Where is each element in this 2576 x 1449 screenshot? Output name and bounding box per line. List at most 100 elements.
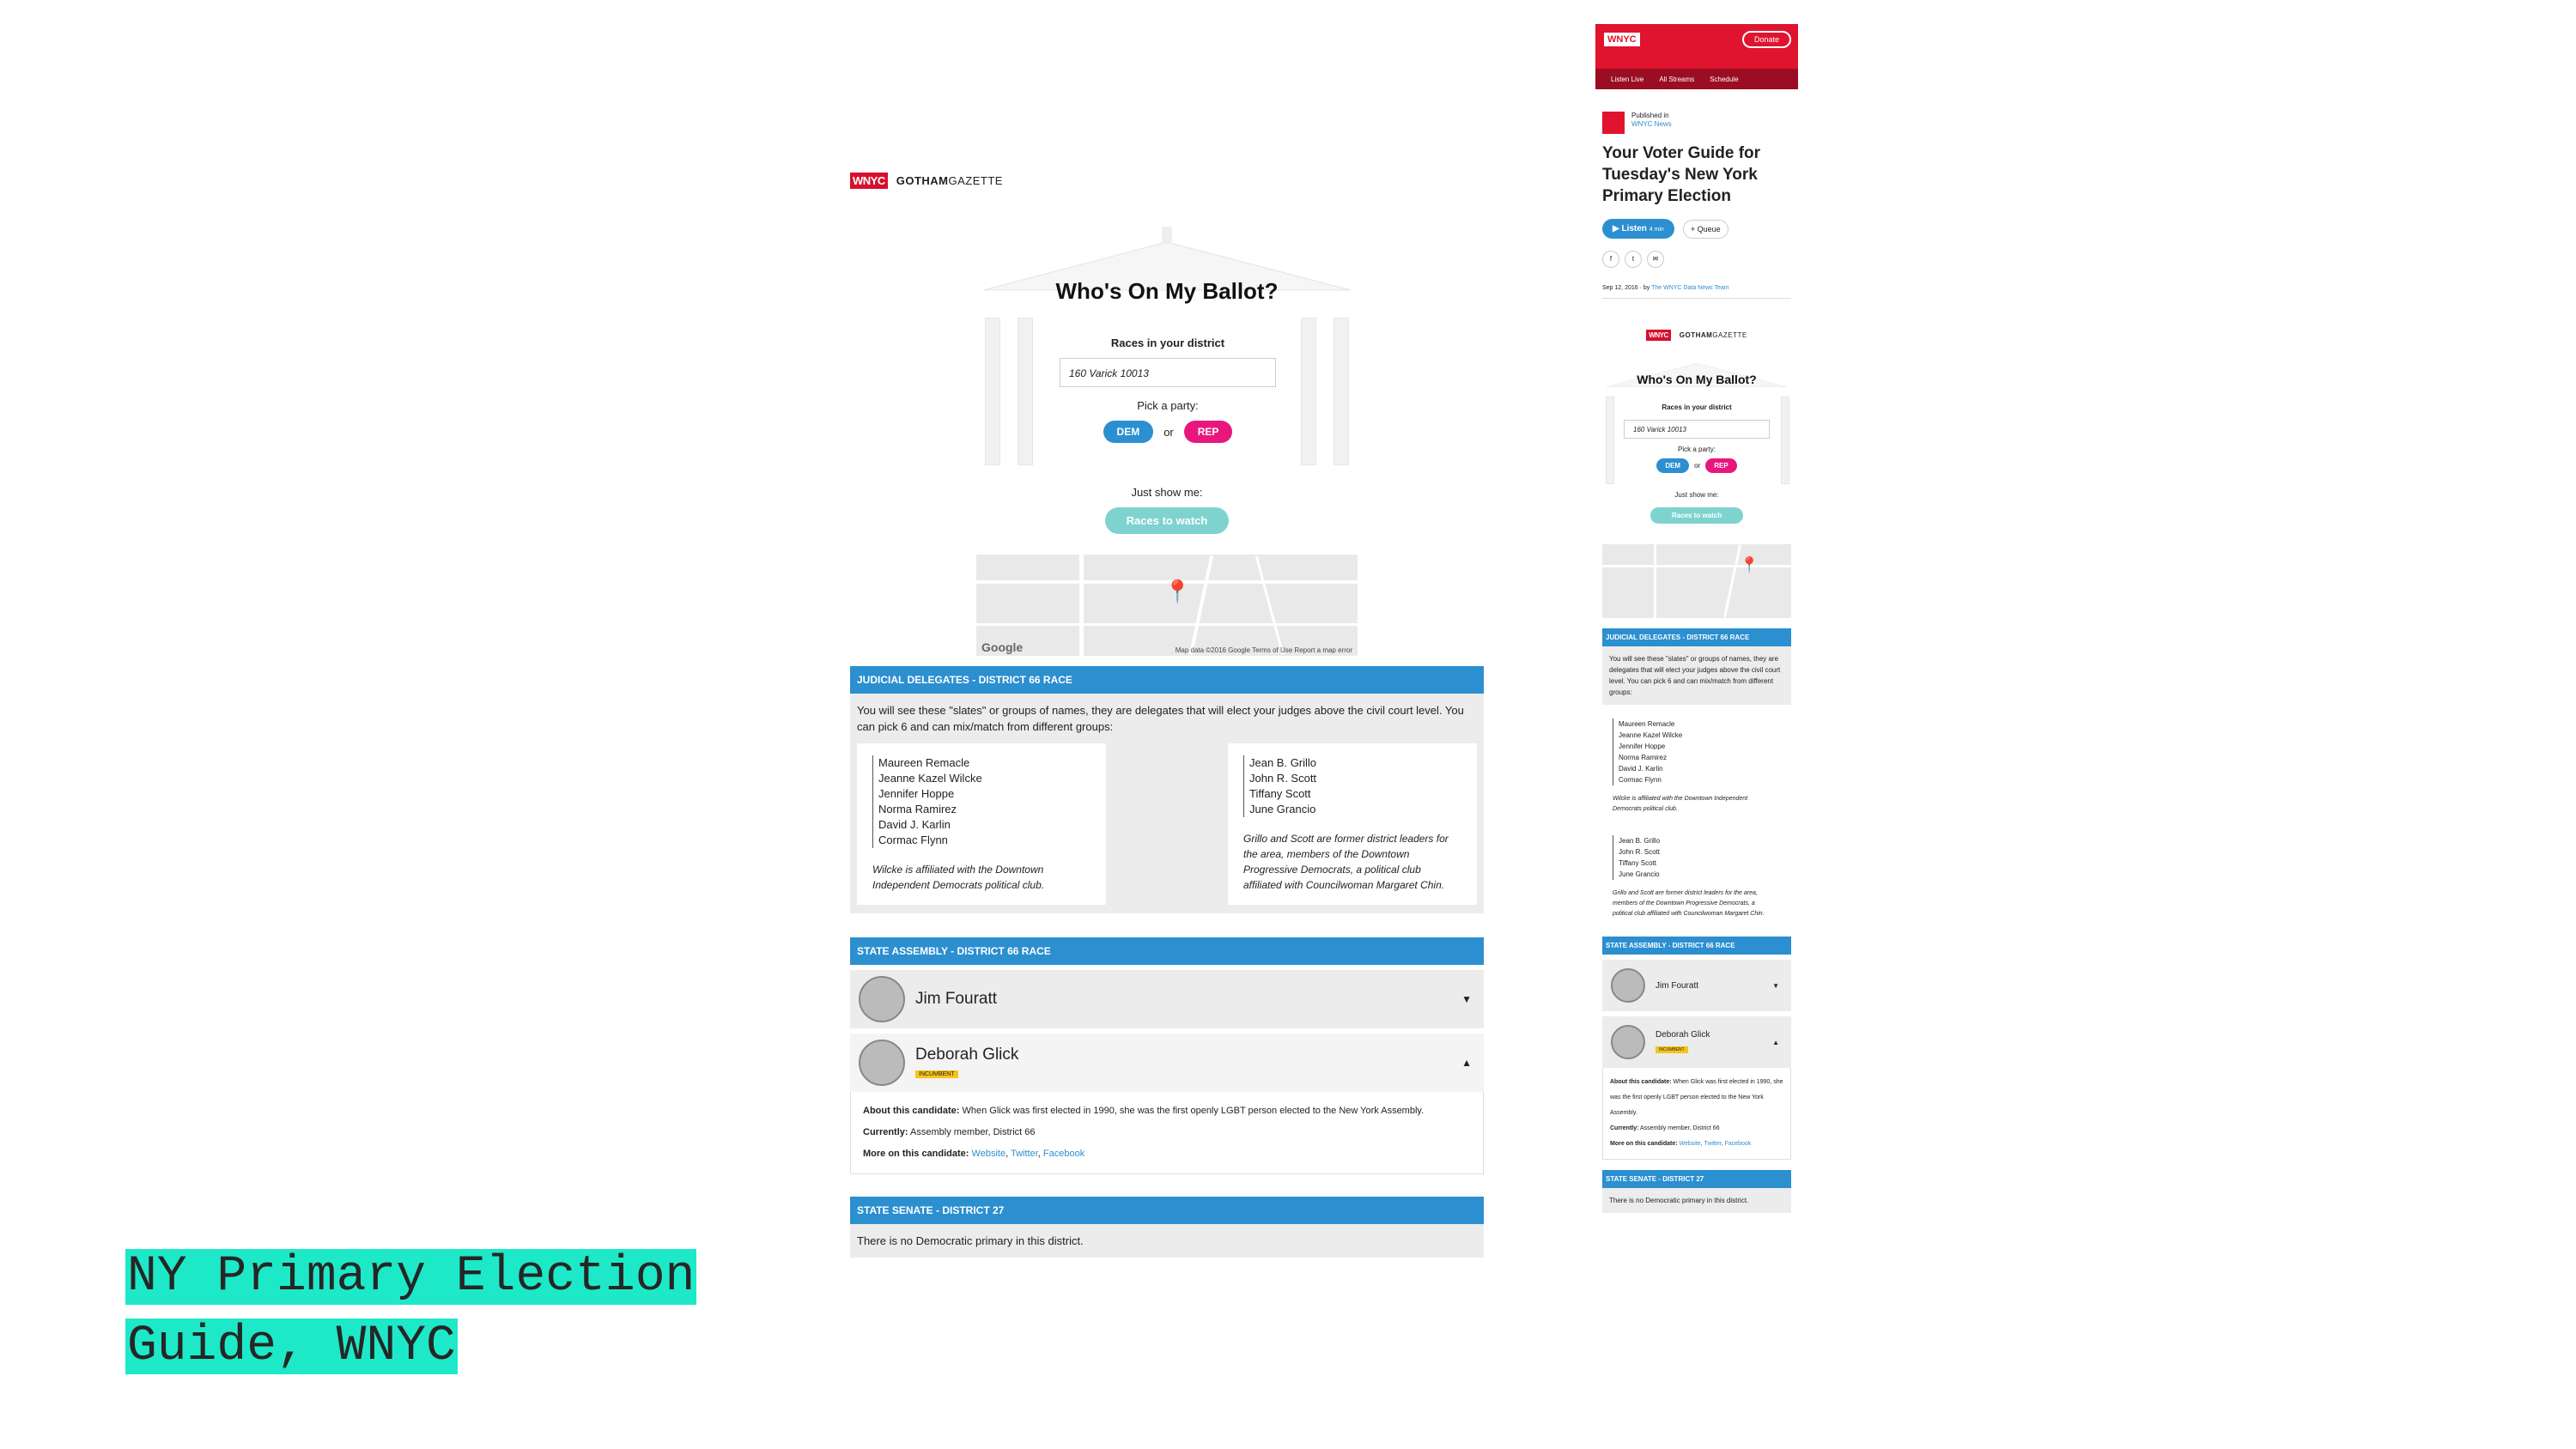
avatar (1611, 968, 1645, 1003)
candidate-row-fouratt[interactable]: Jim Fouratt ▼ (850, 970, 1484, 1028)
slate-note: Grillo and Scott are former district lea… (1243, 833, 1449, 891)
slate-name: Jean B. Grillo (1249, 756, 1317, 769)
slate-names: Jean B. Grillo John R. Scott Tiffany Sco… (1243, 755, 1461, 817)
facebook-link[interactable]: Facebook (1725, 1141, 1752, 1147)
gotham-gazette-logo[interactable]: GOTHAMGAZETTE (896, 174, 1003, 187)
slate-name: Jeanne Kazel Wilcke (878, 772, 982, 785)
avatar (859, 1040, 905, 1086)
caption-line-2: Guide, WNYC (125, 1319, 458, 1374)
slate-name: Tiffany Scott (1619, 859, 1657, 867)
author-link[interactable]: The WNYC Data News Team (1651, 285, 1729, 291)
mobile-guide: WNYC GOTHAMGAZETTE Who's On My Ballot? R… (1602, 324, 1791, 1213)
map-road (1723, 544, 1741, 618)
section-link[interactable]: WNYC News (1631, 120, 1672, 129)
column (1606, 397, 1614, 484)
byline-date: Sep 12, 2016 · by (1602, 285, 1650, 291)
or-label: or (1163, 425, 1174, 439)
chevron-down-icon[interactable]: ▼ (1461, 993, 1472, 1005)
assembly-header: STATE ASSEMBLY - DISTRICT 66 RACE (850, 937, 1484, 965)
chevron-up-icon[interactable]: ▲ (1772, 1039, 1779, 1046)
chevron-down-icon[interactable]: ▼ (1772, 982, 1779, 990)
listen-button[interactable]: ▶ Listen 4 min (1602, 219, 1674, 239)
dem-button[interactable]: DEM (1656, 458, 1690, 473)
donate-button[interactable]: Donate (1741, 31, 1791, 48)
chevron-up-icon[interactable]: ▲ (1461, 1057, 1472, 1069)
address-input[interactable]: 160 Varick 10013 (1060, 358, 1276, 387)
facebook-link[interactable]: Facebook (1043, 1149, 1084, 1159)
twitter-icon[interactable]: t (1625, 251, 1642, 268)
address-input[interactable]: 160 Varick 10013 (1624, 420, 1770, 439)
queue-button[interactable]: + Queue (1682, 219, 1728, 239)
slate-note: Wilcke is affiliated with the Downtown I… (1613, 796, 1748, 812)
page-title: Who's On My Ballot? (1637, 373, 1757, 386)
published-text: Published in WNYC News (1631, 112, 1672, 134)
mobile-header: WNYC Donate Listen Live All Streams Sche… (1595, 24, 1798, 89)
slate-name: Jean B. Grillo (1619, 837, 1661, 845)
candidate-name: Jim Fouratt (915, 990, 998, 1008)
map-road (976, 623, 1358, 626)
website-link[interactable]: Website (1680, 1141, 1701, 1147)
map-road (1188, 555, 1214, 656)
races-to-watch-button[interactable]: Races to watch (1105, 507, 1229, 534)
slate-name: June Grancio (1249, 803, 1316, 815)
slate-card: Maureen Remacle Jeanne Kazel Wilcke Jenn… (857, 743, 1106, 905)
or-label: or (1694, 462, 1701, 470)
rep-button[interactable]: REP (1183, 421, 1233, 443)
article-actions: ▶ Listen 4 min + Queue (1602, 219, 1791, 239)
map-pin-icon[interactable]: 📍 (1163, 579, 1191, 605)
candidate-row-fouratt[interactable]: Jim Fouratt ▼ (1602, 960, 1791, 1011)
published-in: Published in WNYC News (1602, 112, 1798, 134)
map-road (1255, 555, 1285, 655)
party-toggle: DEM or REP (1616, 458, 1777, 473)
wnyc-logo[interactable]: WNYC (850, 172, 888, 189)
wnyc-logo[interactable]: WNYC (1604, 33, 1640, 46)
nav-all-streams[interactable]: All Streams (1659, 76, 1694, 83)
more-label: More on this candidate: (863, 1149, 969, 1159)
slate-name: Cormac Flynn (1619, 776, 1662, 784)
slate-name: John R. Scott (1249, 772, 1317, 785)
slate-name: Norma Ramirez (878, 803, 957, 815)
twitter-link[interactable]: Twitter (1011, 1149, 1038, 1159)
rep-button[interactable]: REP (1705, 458, 1737, 473)
about-text: When Glick was first elected in 1990, sh… (962, 1106, 1425, 1116)
avatar (1611, 1025, 1645, 1059)
map-road (1654, 544, 1656, 618)
page-title: Who's On My Ballot? (1055, 278, 1279, 304)
website-link[interactable]: Website (972, 1149, 1006, 1159)
candidate-details: About this candidate: When Glick was fir… (850, 1092, 1484, 1174)
facebook-icon[interactable]: f (1602, 251, 1619, 268)
mobile-nav: Listen Live All Streams Schedule (1595, 69, 1798, 89)
judicial-header: JUDICIAL DELEGATES - DISTRICT 66 RACE (850, 666, 1484, 694)
map-road (1602, 565, 1791, 567)
currently-label: Currently: (863, 1127, 908, 1137)
google-logo: Google (981, 640, 1024, 654)
candidate-row-glick[interactable]: Deborah Glick INCUMBENT ▲ (850, 1034, 1484, 1092)
published-label: Published in (1631, 112, 1669, 119)
senate-header: STATE SENATE - DISTRICT 27 (1602, 1170, 1791, 1188)
listen-duration: 4 min (1649, 227, 1664, 233)
twitter-link[interactable]: Twitter (1704, 1141, 1721, 1147)
candidate-row-glick[interactable]: Deborah Glick INCUMBENT ▲ (1602, 1016, 1791, 1068)
email-icon[interactable]: ✉ (1647, 251, 1664, 268)
gotham-logo-bold: GOTHAM (1679, 330, 1713, 339)
district-panel: Races in your district 160 Varick 10013 … (1052, 326, 1284, 455)
dem-button[interactable]: DEM (1103, 421, 1154, 443)
slate-card: Maureen Remacle Jeanne Kazel Wilcke Jenn… (1602, 712, 1777, 822)
senate-header: STATE SENATE - DISTRICT 27 (850, 1197, 1484, 1224)
map-pin-icon[interactable]: 📍 (1740, 556, 1759, 574)
incumbent-badge: INCUMBENT (1656, 1046, 1688, 1053)
district-map[interactable]: 📍 (1602, 544, 1791, 618)
slate-note: Wilcke is affiliated with the Downtown I… (872, 864, 1045, 891)
column (1301, 318, 1316, 465)
gotham-gazette-logo[interactable]: GOTHAMGAZETTE (1680, 331, 1747, 339)
gotham-logo-light: GAZETTE (1712, 330, 1747, 339)
judicial-intro: You will see these "slates" or groups of… (857, 704, 1464, 733)
nav-schedule[interactable]: Schedule (1710, 76, 1738, 83)
senate-body: There is no Democratic primary in this d… (1602, 1188, 1791, 1213)
races-to-watch-button[interactable]: Races to watch (1650, 507, 1743, 524)
wnyc-logo[interactable]: WNYC (1646, 329, 1671, 341)
slate-names: Jean B. Grillo John R. Scott Tiffany Sco… (1613, 835, 1767, 880)
district-map[interactable]: 📍 Google Map data ©2016 Google Terms of … (976, 555, 1358, 656)
candidate-info: Deborah Glick INCUMBENT (1645, 1030, 1710, 1055)
nav-listen-live[interactable]: Listen Live (1611, 76, 1643, 83)
